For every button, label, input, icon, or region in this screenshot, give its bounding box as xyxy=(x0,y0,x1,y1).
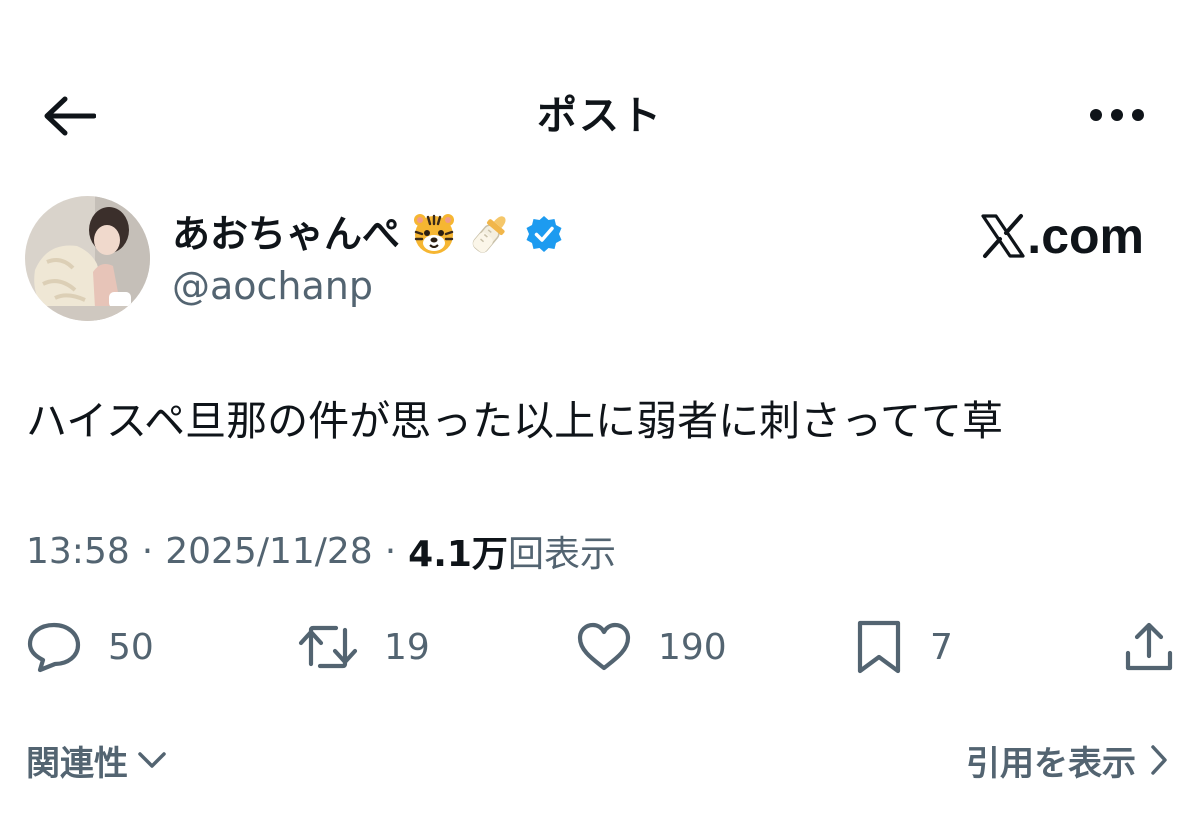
tiger-face-emoji xyxy=(414,214,455,254)
share-button[interactable] xyxy=(1122,615,1176,679)
bookmark-icon xyxy=(857,620,901,674)
meta-separator: · xyxy=(141,530,154,572)
x-com-watermark: .com xyxy=(940,204,1144,268)
post-text: ハイスペ旦那の件が思った以上に弱者に刺さってて草 xyxy=(26,397,1004,445)
watermark-text: .com xyxy=(1027,208,1144,264)
like-count: 190 xyxy=(658,626,727,668)
views-count[interactable]: 4.1万 xyxy=(408,525,508,577)
verified-badge-icon xyxy=(526,216,562,252)
view-quotes-link[interactable]: 引用を表示 xyxy=(966,734,1170,786)
display-name-row[interactable]: あおちゃんぺ xyxy=(172,204,564,264)
avatar[interactable] xyxy=(25,196,150,321)
more-horizontal-icon xyxy=(1090,109,1144,121)
chevron-down-icon xyxy=(138,752,166,768)
related-label: 関連性 xyxy=(26,743,128,784)
repost-count: 19 xyxy=(384,626,430,668)
bookmark-count: 7 xyxy=(930,626,953,668)
reply-icon xyxy=(27,622,81,673)
more-options-button[interactable] xyxy=(1082,92,1152,138)
meta-separator: · xyxy=(384,530,397,572)
x-logo-icon xyxy=(981,214,1025,258)
view-quotes-label: 引用を表示 xyxy=(966,743,1136,784)
display-name: あおちゃんぺ xyxy=(172,212,401,256)
repost-button[interactable]: 19 xyxy=(298,615,430,679)
reply-button[interactable]: 50 xyxy=(26,615,154,679)
chevron-right-icon xyxy=(1151,745,1167,775)
share-icon xyxy=(1125,622,1173,671)
page-title: ポスト xyxy=(537,93,663,139)
repost-icon xyxy=(298,625,358,669)
views-label: 回表示 xyxy=(507,534,616,575)
avatar-photo xyxy=(25,196,150,321)
bookmark-button[interactable]: 7 xyxy=(854,615,953,679)
post-date[interactable]: 2025/11/28 xyxy=(165,531,373,572)
post-meta: 13:58 · 2025/11/28 · 4.1万 回表示 xyxy=(26,525,616,577)
related-sort-dropdown[interactable]: 関連性 xyxy=(26,734,168,786)
back-button[interactable] xyxy=(36,86,102,146)
like-button[interactable]: 190 xyxy=(576,615,727,679)
baby-bottle-emoji xyxy=(472,216,506,253)
user-handle[interactable]: @aochanp xyxy=(172,262,373,310)
reply-count: 50 xyxy=(108,626,154,668)
post-time[interactable]: 13:58 xyxy=(26,531,130,572)
heart-icon xyxy=(577,622,631,671)
arrow-left-icon xyxy=(44,96,96,136)
